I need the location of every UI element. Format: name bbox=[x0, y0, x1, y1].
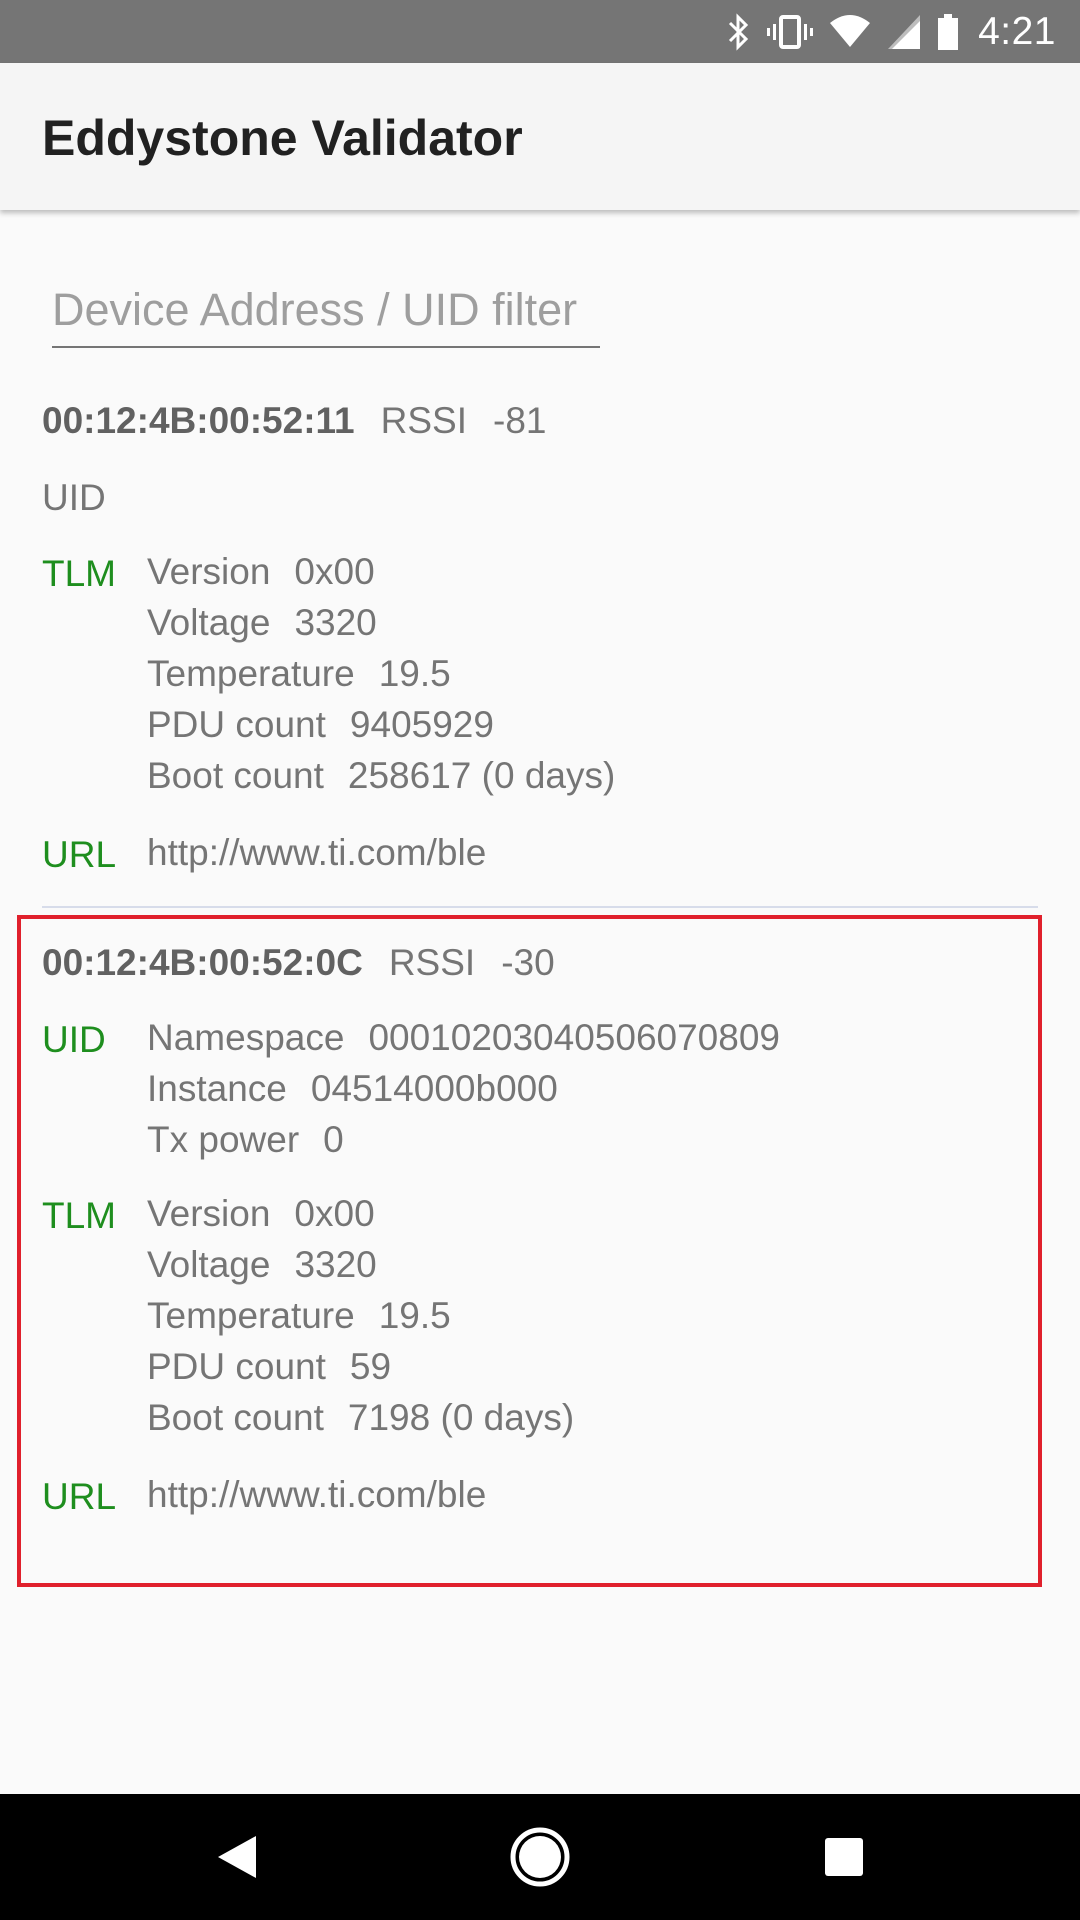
signal-icon bbox=[888, 14, 921, 49]
back-button[interactable] bbox=[174, 1794, 300, 1920]
wifi-icon bbox=[830, 14, 871, 47]
url-value: http://www.ti.com/ble bbox=[147, 832, 487, 873]
highlight-box bbox=[17, 915, 1042, 1587]
beacon-item[interactable]: 00:12:4B:00:52:11 RSSI -81 UID TLM Version… bbox=[0, 400, 1080, 880]
tlm-temperature-line: Temperature 19.5 bbox=[147, 652, 615, 703]
app-title: Eddystone Validator bbox=[42, 110, 523, 166]
beacon-address: 00:12:4B:00:52:11 bbox=[42, 400, 355, 441]
field-key: PDU count bbox=[147, 704, 326, 745]
recents-button[interactable] bbox=[781, 1794, 907, 1920]
field-key: Voltage bbox=[147, 602, 271, 643]
field-value: 0x00 bbox=[294, 551, 375, 592]
field-key: Boot count bbox=[147, 755, 324, 796]
url-frame-details: http://www.ti.com/ble bbox=[147, 831, 486, 882]
field-value: 3320 bbox=[294, 602, 377, 643]
field-value: 9405929 bbox=[349, 704, 494, 745]
status-icons: 4:21 bbox=[712, 0, 1056, 63]
field-key: Temperature bbox=[147, 653, 355, 694]
tlm-pdu-count-line: PDU count 9405929 bbox=[147, 703, 615, 754]
recents-icon bbox=[825, 1838, 863, 1876]
app-bar: Eddystone Validator bbox=[0, 63, 1080, 210]
field-key: Version bbox=[147, 551, 271, 592]
tlm-boot-count-line: Boot count 258617 (0 days) bbox=[147, 754, 615, 805]
vibrate-icon bbox=[767, 14, 814, 49]
nav-bar bbox=[0, 1794, 1080, 1920]
url-frame-label: URL bbox=[42, 834, 117, 875]
home-button[interactable] bbox=[477, 1794, 603, 1920]
status-time: 4:21 bbox=[978, 9, 1056, 53]
battery-icon bbox=[938, 13, 959, 50]
device-filter-input[interactable] bbox=[52, 280, 600, 348]
tlm-frame-label: TLM bbox=[42, 553, 116, 594]
beacon-header: 00:12:4B:00:52:11 RSSI -81 bbox=[42, 400, 546, 442]
tlm-voltage-line: Voltage 3320 bbox=[147, 601, 615, 652]
status-bar: 4:21 bbox=[0, 0, 1080, 63]
back-icon bbox=[218, 1836, 256, 1878]
list-divider bbox=[42, 906, 1038, 908]
bluetooth-icon bbox=[729, 12, 749, 51]
tlm-version-line: Version 0x00 bbox=[147, 550, 615, 601]
tlm-frame-details: Version 0x00 Voltage 3320 Temperature 19.5 … bbox=[147, 550, 615, 805]
home-icon bbox=[510, 1827, 570, 1887]
rssi-value: -81 bbox=[493, 400, 547, 441]
rssi-label: RSSI bbox=[380, 400, 467, 441]
field-value: 258617 (0 days) bbox=[347, 755, 616, 796]
field-value: 19.5 bbox=[378, 653, 451, 694]
uid-frame-label: UID bbox=[42, 477, 106, 518]
